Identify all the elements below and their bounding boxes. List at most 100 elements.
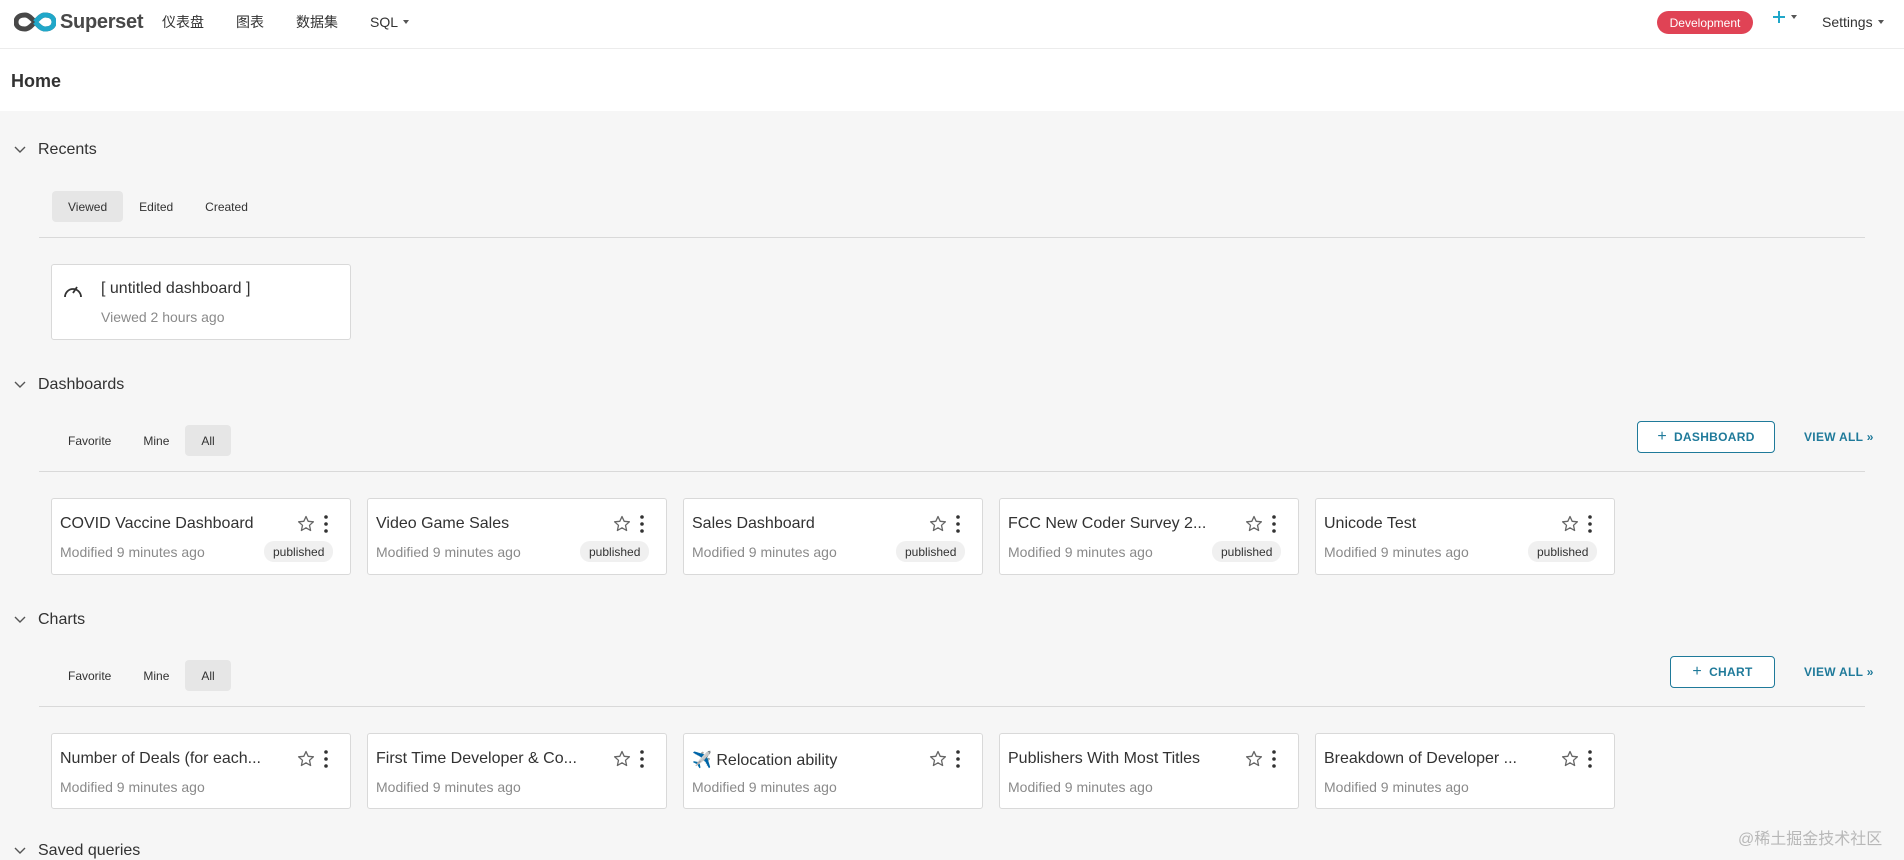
page-title: Home bbox=[11, 71, 62, 91]
add-chart-button[interactable]: + CHART bbox=[1670, 656, 1775, 688]
plus-icon bbox=[1773, 11, 1785, 23]
recent-item-subtitle: Viewed 2 hours ago bbox=[101, 309, 225, 325]
more-vertical-icon[interactable] bbox=[954, 514, 962, 534]
section-divider bbox=[39, 471, 1865, 472]
section-title: Charts bbox=[38, 611, 86, 628]
menu-item-dashboards[interactable]: 仪表盘 bbox=[162, 13, 204, 31]
star-icon[interactable] bbox=[297, 750, 315, 768]
card-title: Publishers With Most Titles bbox=[1008, 750, 1201, 767]
caret-down-icon bbox=[1791, 15, 1797, 19]
section-title: Recents bbox=[38, 141, 97, 158]
section-title: Dashboards bbox=[38, 376, 125, 393]
menu-item-datasets[interactable]: 数据集 bbox=[296, 13, 338, 31]
more-vertical-icon[interactable] bbox=[1270, 514, 1278, 534]
more-vertical-icon[interactable] bbox=[1586, 749, 1594, 769]
card-modified: Modified 9 minutes ago bbox=[1324, 779, 1469, 795]
card-title: Sales Dashboard bbox=[692, 515, 815, 532]
add-dashboard-button[interactable]: + DASHBOARD bbox=[1637, 421, 1775, 453]
dashboard-card[interactable]: Unicode Test Modified 9 minutes ago publ… bbox=[1315, 498, 1615, 575]
chart-card[interactable]: Breakdown of Developer ... Modified 9 mi… bbox=[1315, 733, 1615, 809]
star-icon[interactable] bbox=[1245, 750, 1263, 768]
star-icon[interactable] bbox=[1245, 515, 1263, 533]
card-title: FCC New Coder Survey 2... bbox=[1008, 515, 1207, 532]
section-title: Saved queries bbox=[38, 842, 141, 859]
chart-card[interactable]: Number of Deals (for each... Modified 9 … bbox=[51, 733, 351, 809]
card-title: Video Game Sales bbox=[376, 515, 510, 532]
status-badge: published bbox=[580, 541, 650, 562]
caret-down-icon bbox=[1877, 20, 1884, 24]
menu-item-charts[interactable]: 图表 bbox=[236, 13, 264, 31]
caret-down-icon bbox=[403, 20, 410, 24]
charts-tabs: Favorite Mine All bbox=[52, 660, 231, 691]
chart-card[interactable]: First Time Developer & Co... Modified 9 … bbox=[367, 733, 667, 809]
tab-all[interactable]: All bbox=[185, 425, 231, 456]
star-icon[interactable] bbox=[613, 750, 631, 768]
menu-item-sql[interactable]: SQL bbox=[370, 13, 410, 31]
tab-favorite[interactable]: Favorite bbox=[52, 425, 127, 456]
settings-menu[interactable]: Settings bbox=[1822, 14, 1884, 30]
tab-favorite[interactable]: Favorite bbox=[52, 660, 127, 691]
star-icon[interactable] bbox=[929, 515, 947, 533]
chart-card[interactable]: Publishers With Most Titles Modified 9 m… bbox=[999, 733, 1299, 809]
star-icon[interactable] bbox=[613, 515, 631, 533]
card-title: Unicode Test bbox=[1324, 515, 1417, 532]
charts-collapse-toggle[interactable]: Charts bbox=[14, 611, 85, 629]
more-vertical-icon[interactable] bbox=[954, 749, 962, 769]
section-divider bbox=[39, 237, 1865, 238]
more-vertical-icon[interactable] bbox=[322, 514, 330, 534]
more-vertical-icon[interactable] bbox=[638, 514, 646, 534]
tab-viewed[interactable]: Viewed bbox=[52, 191, 124, 222]
status-badge: published bbox=[1528, 541, 1598, 562]
recents-collapse-toggle[interactable]: Recents bbox=[14, 141, 97, 159]
tab-edited[interactable]: Edited bbox=[123, 191, 189, 222]
dashboard-card[interactable]: FCC New Coder Survey 2... Modified 9 min… bbox=[999, 498, 1299, 575]
card-modified: Modified 9 minutes ago bbox=[1008, 779, 1153, 795]
tab-all[interactable]: All bbox=[185, 660, 231, 691]
new-item-menu[interactable] bbox=[1772, 10, 1797, 24]
dashboard-card[interactable]: COVID Vaccine Dashboard Modified 9 minut… bbox=[51, 498, 351, 575]
card-modified: Modified 9 minutes ago bbox=[376, 779, 521, 795]
chart-card[interactable]: ✈️ Relocation ability Modified 9 minutes… bbox=[683, 733, 983, 809]
main-menu: 仪表盘 图表 数据集 SQL bbox=[162, 13, 441, 31]
card-title: Breakdown of Developer ... bbox=[1324, 750, 1517, 767]
status-badge: published bbox=[1212, 541, 1282, 562]
more-vertical-icon[interactable] bbox=[1586, 514, 1594, 534]
card-modified: Modified 9 minutes ago bbox=[1008, 544, 1153, 560]
brand-name: Superset bbox=[60, 10, 144, 33]
dashboard-card[interactable]: Sales Dashboard Modified 9 minutes ago p… bbox=[683, 498, 983, 575]
section-divider bbox=[39, 706, 1865, 707]
superset-logo[interactable]: Superset bbox=[14, 9, 143, 35]
more-vertical-icon[interactable] bbox=[322, 749, 330, 769]
status-badge: published bbox=[896, 541, 966, 562]
star-icon[interactable] bbox=[929, 750, 947, 768]
saved-queries-collapse-toggle[interactable]: Saved queries bbox=[14, 842, 140, 860]
star-icon[interactable] bbox=[1561, 515, 1579, 533]
card-title: First Time Developer & Co... bbox=[376, 750, 577, 767]
tab-created[interactable]: Created bbox=[189, 191, 264, 222]
recents-tabs: Viewed Edited Created bbox=[52, 191, 264, 222]
plus-icon: + bbox=[1657, 428, 1667, 445]
status-badge: published bbox=[264, 541, 334, 562]
plus-icon: + bbox=[1692, 663, 1703, 680]
charts-view-all-link[interactable]: VIEW ALL » bbox=[1804, 665, 1874, 679]
star-icon[interactable] bbox=[1561, 750, 1579, 768]
card-modified: Modified 9 minutes ago bbox=[60, 779, 205, 795]
star-icon[interactable] bbox=[297, 515, 315, 533]
watermark: @稀土掘金技术社区 bbox=[1738, 831, 1883, 848]
recent-item[interactable]: [ untitled dashboard ] Viewed 2 hours ag… bbox=[51, 264, 351, 340]
more-vertical-icon[interactable] bbox=[1270, 749, 1278, 769]
superset-logo-icon bbox=[14, 12, 56, 32]
card-title: ✈️ Relocation ability bbox=[692, 752, 838, 769]
tab-mine[interactable]: Mine bbox=[127, 660, 185, 691]
dashboards-view-all-link[interactable]: VIEW ALL » bbox=[1804, 430, 1874, 444]
card-title: Number of Deals (for each... bbox=[60, 750, 261, 767]
tab-mine[interactable]: Mine bbox=[127, 425, 185, 456]
dashboards-collapse-toggle[interactable]: Dashboards bbox=[14, 376, 124, 394]
add-dashboard-label: DASHBOARD bbox=[1673, 430, 1755, 444]
card-modified: Modified 9 minutes ago bbox=[692, 779, 837, 795]
chevron-down-icon bbox=[14, 146, 26, 153]
more-vertical-icon[interactable] bbox=[638, 749, 646, 769]
card-modified: Modified 9 minutes ago bbox=[60, 544, 205, 560]
add-chart-label: CHART bbox=[1709, 665, 1753, 679]
dashboard-card[interactable]: Video Game Sales Modified 9 minutes ago … bbox=[367, 498, 667, 575]
